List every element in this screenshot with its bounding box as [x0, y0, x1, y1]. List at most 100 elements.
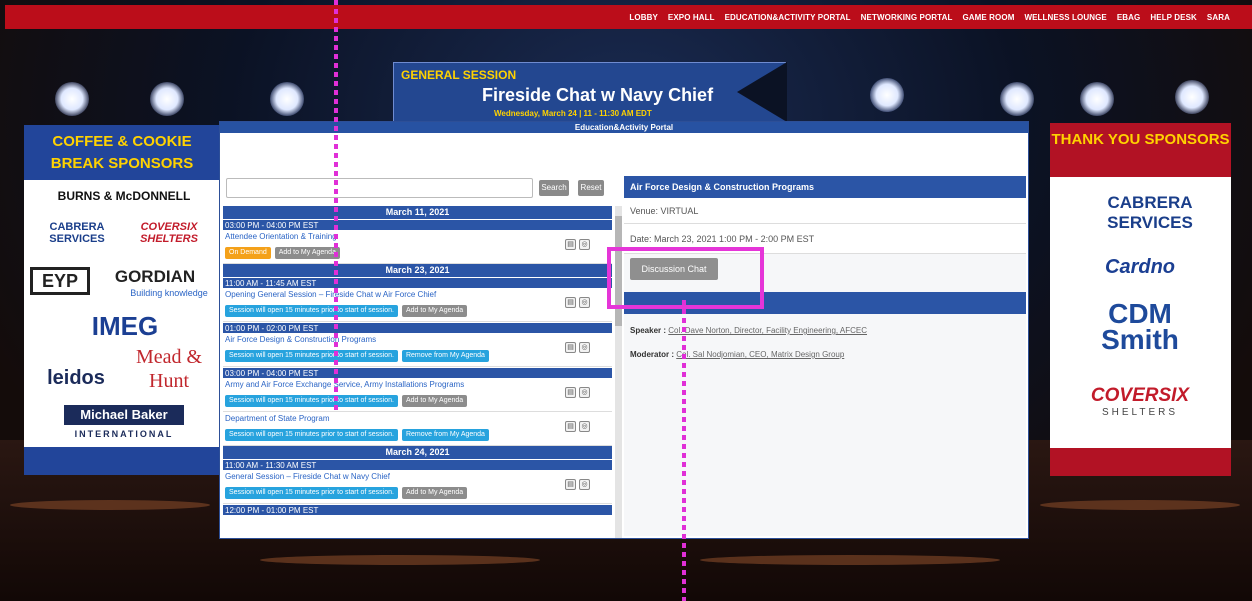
session-row[interactable]: Opening General Session – Fireside Chat … [223, 288, 612, 322]
banner-title: Fireside Chat w Navy Chief [482, 85, 714, 105]
session-title-link[interactable]: Department of State Program [225, 414, 330, 423]
nav-wellness-lounge[interactable]: WELLNESS LOUNGE [1024, 13, 1106, 22]
schedule-date-header: March 11, 2021 [223, 206, 612, 219]
nav-expo-hall[interactable]: EXPO HALL [668, 13, 715, 22]
session-actions: Session will open 15 minutes prior to st… [225, 305, 468, 317]
session-title-link[interactable]: Opening General Session – Fireside Chat … [225, 290, 436, 299]
stage-light [870, 78, 904, 112]
portal-title: Education&Activity Portal [220, 122, 1028, 133]
schedule-date-header: March 23, 2021 [223, 264, 612, 277]
session-title-link[interactable]: General Session – Fireside Chat w Navy C… [225, 472, 390, 481]
google-calendar-icon[interactable]: ◎ [579, 387, 590, 398]
session-tag-button[interactable]: Add to My Agenda [401, 395, 468, 407]
calendar-icons: ▤ ◎ [565, 342, 590, 353]
stage-light [1080, 82, 1114, 116]
sponsor-logo-cardno: Cardno [1105, 256, 1175, 278]
session-title-link[interactable]: Air Force Design & Construction Programs [225, 335, 376, 344]
schedule-time-slot: 03:00 PM - 04:00 PM EST [223, 367, 612, 378]
nav-lobby[interactable]: LOBBY [629, 13, 658, 22]
schedule-time-slot: 03:00 PM - 04:00 PM EST [223, 219, 612, 230]
ical-icon[interactable]: ▤ [565, 342, 576, 353]
sponsor-logo-cabrera: CABRERA SERVICES [49, 221, 105, 245]
session-row[interactable]: General Session – Fireside Chat w Navy C… [223, 470, 612, 504]
moderator-row: Moderator : Col. Sal Nodjomian, CEO, Mat… [630, 350, 844, 359]
nav-help-desk[interactable]: HELP DESK [1150, 13, 1197, 22]
right-sponsor-board-footer [1050, 448, 1231, 476]
ical-icon[interactable]: ▤ [565, 239, 576, 250]
calendar-icons: ▤ ◎ [565, 297, 590, 308]
right-sponsor-heading: THANK YOU SPONSORS [1050, 123, 1231, 177]
ical-icon[interactable]: ▤ [565, 297, 576, 308]
session-tag-button[interactable]: Add to My Agenda [274, 247, 340, 259]
google-calendar-icon[interactable]: ◎ [579, 239, 590, 250]
session-actions: Session will open 15 minutes prior to st… [225, 350, 489, 362]
session-tag-button[interactable]: Session will open 15 minutes prior to st… [225, 350, 398, 362]
stage-light [55, 82, 89, 116]
session-row[interactable]: Department of State Program Session will … [223, 412, 612, 446]
calendar-icons: ▤ ◎ [565, 421, 590, 432]
moderator-name-link[interactable]: Col. Sal Nodjomian, CEO, Matrix Design G… [676, 350, 844, 359]
sponsor-logo-coversix: COVERSIX [1090, 385, 1190, 406]
sponsor-logo-michael-baker: Michael Baker [64, 405, 184, 425]
google-calendar-icon[interactable]: ◎ [579, 342, 590, 353]
session-actions: Session will open 15 minutes prior to st… [225, 429, 489, 441]
session-actions: On Demand Add to My Agenda [225, 247, 340, 259]
sponsor-logo-coversix: COVERSIX SHELTERS [140, 221, 198, 245]
annotation-highlight-box [607, 247, 764, 309]
annotation-dotted-line [682, 300, 686, 601]
session-tag-button[interactable]: On Demand [225, 247, 271, 259]
nav-networking-portal[interactable]: NETWORKING PORTAL [861, 13, 953, 22]
speaker-name-link[interactable]: Col. Dave Norton, Director, Facility Eng… [668, 326, 867, 335]
ical-icon[interactable]: ▤ [565, 421, 576, 432]
detail-title: Air Force Design & Construction Programs [624, 176, 1026, 198]
stage-light [1175, 80, 1209, 114]
schedule-time-slot: 01:00 PM - 02:00 PM EST [223, 322, 612, 333]
nav-education-portal[interactable]: EDUCATION&ACTIVITY PORTAL [725, 13, 851, 22]
session-tag-button[interactable]: Remove from My Agenda [401, 350, 489, 362]
session-tag-button[interactable]: Add to My Agenda [401, 487, 468, 499]
nav-game-room[interactable]: GAME ROOM [962, 13, 1014, 22]
reset-button[interactable]: Reset [578, 180, 604, 196]
stage-light [150, 82, 184, 116]
google-calendar-icon[interactable]: ◎ [579, 479, 590, 490]
ical-icon[interactable]: ▤ [565, 479, 576, 490]
google-calendar-icon[interactable]: ◎ [579, 297, 590, 308]
session-tag-button[interactable]: Remove from My Agenda [401, 429, 489, 441]
session-tag-button[interactable]: Session will open 15 minutes prior to st… [225, 487, 398, 499]
speaker-row: Speaker : Col. Dave Norton, Director, Fa… [630, 326, 867, 335]
session-actions: Session will open 15 minutes prior to st… [225, 487, 468, 499]
seat-row [10, 500, 210, 510]
search-button[interactable]: Search [539, 180, 569, 196]
google-calendar-icon[interactable]: ◎ [579, 421, 590, 432]
search-input[interactable] [226, 178, 533, 198]
sponsor-logo-cabrera: CABRERA SERVICES [1107, 193, 1193, 232]
session-tag-button[interactable]: Session will open 15 minutes prior to st… [225, 429, 398, 441]
speaker-label: Speaker : [630, 326, 667, 335]
session-actions: Session will open 15 minutes prior to st… [225, 395, 468, 407]
ical-icon[interactable]: ▤ [565, 387, 576, 398]
banner-arrow-shape [737, 62, 787, 122]
session-title-link[interactable]: Attendee Orientation & Training [225, 232, 337, 241]
stage-light [1000, 82, 1034, 116]
session-row[interactable]: Air Force Design & Construction Programs… [223, 333, 612, 367]
nav-ebag[interactable]: EBAG [1117, 13, 1141, 22]
detail-venue: Venue: VIRTUAL [624, 198, 1026, 224]
session-tag-button[interactable]: Add to My Agenda [401, 305, 468, 317]
session-row[interactable]: Attendee Orientation & Training On Demand… [223, 230, 612, 264]
session-tag-button[interactable]: Session will open 15 minutes prior to st… [225, 395, 398, 407]
session-tag-button[interactable]: Session will open 15 minutes prior to st… [225, 305, 398, 317]
calendar-icons: ▤ ◎ [565, 387, 590, 398]
session-row[interactable]: Army and Air Force Exchange Service, Arm… [223, 378, 612, 412]
nav-sara[interactable]: SARA [1207, 13, 1230, 22]
seat-row [260, 555, 540, 565]
banner-subtitle: Wednesday, March 24 | 11 - 11:30 AM EDT [494, 109, 652, 118]
session-title-link[interactable]: Army and Air Force Exchange Service, Arm… [225, 380, 464, 389]
schedule-date-header: March 24, 2021 [223, 446, 612, 459]
top-navigation: LOBBY EXPO HALL EDUCATION&ACTIVITY PORTA… [5, 5, 1252, 29]
sponsor-logo-eyp: EYP [30, 267, 90, 295]
search-row: Search Reset [226, 178, 606, 200]
sponsor-logo-imeg: IMEG [91, 311, 159, 341]
sponsor-logo-cdm-smith: CDM Smith [1101, 298, 1179, 355]
annotation-dotted-line [334, 0, 338, 410]
sponsor-logo-leidos: leidos [47, 367, 105, 389]
